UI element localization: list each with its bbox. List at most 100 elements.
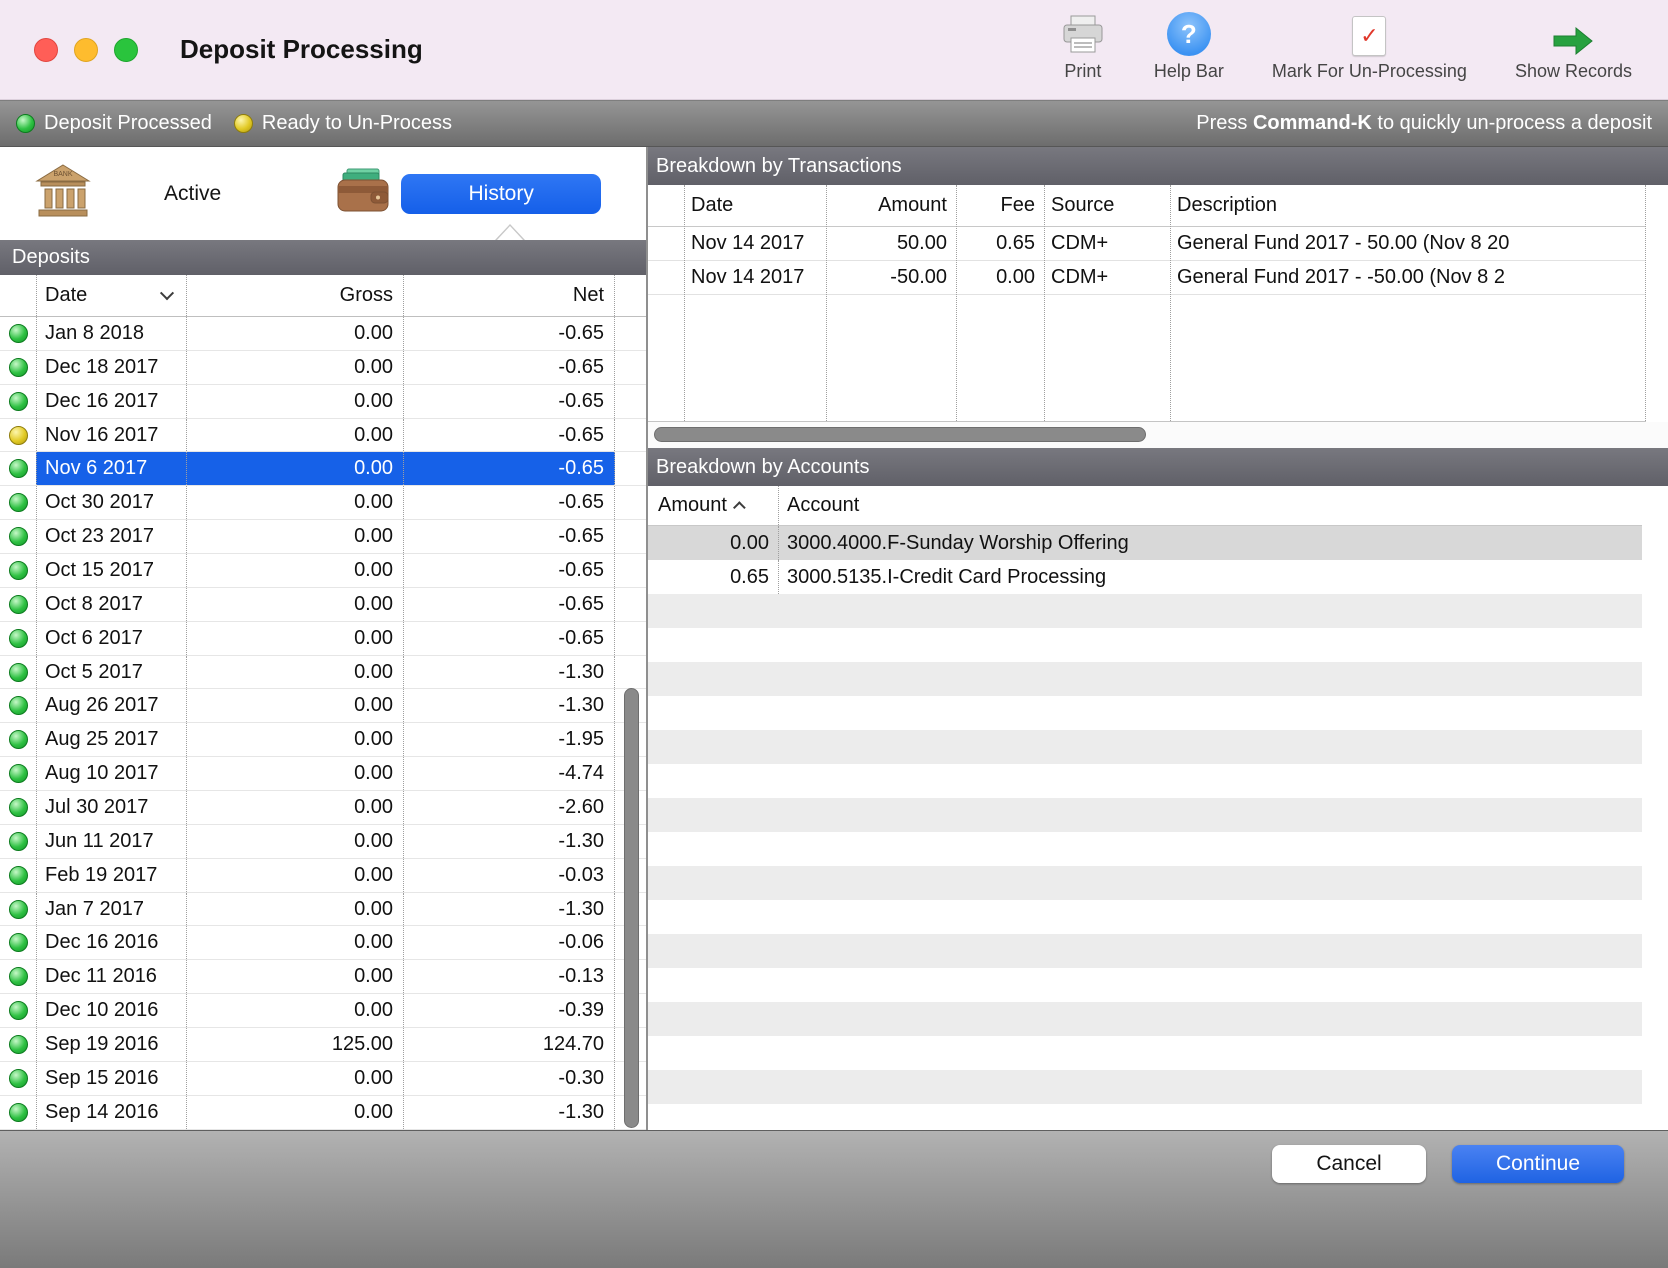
help-bar-button[interactable]: ? Help Bar	[1154, 8, 1224, 82]
tx-description: General Fund 2017 - -50.00 (Nov 8 2	[1170, 261, 1646, 294]
deposit-row[interactable]: Jun 11 20170.00-1.30	[0, 825, 646, 859]
tx-description-column-header[interactable]: Description	[1170, 185, 1646, 226]
deposit-row[interactable]: Oct 5 20170.00-1.30	[0, 656, 646, 690]
deposit-row[interactable]: Dec 18 20170.00-0.65	[0, 351, 646, 385]
tab-active-deposits[interactable]: BANK Active	[34, 162, 221, 226]
accounts-table-body: 0.003000.4000.F-Sunday Worship Offering0…	[648, 526, 1642, 594]
hint-suffix: to quickly un-process a deposit	[1377, 112, 1652, 134]
transactions-section-header: Breakdown by Transactions	[648, 147, 1668, 185]
tx-date-column-header[interactable]: Date	[684, 185, 826, 226]
account-amount: 0.00	[648, 526, 778, 560]
deposit-row[interactable]: Nov 16 20170.00-0.65	[0, 419, 646, 453]
deposit-row[interactable]: Feb 19 20170.00-0.03	[0, 859, 646, 893]
tab-history-label[interactable]: History	[401, 174, 601, 214]
deposit-net: -1.95	[403, 723, 615, 756]
green-arrow-right-icon	[1550, 8, 1596, 56]
deposit-row[interactable]: Aug 10 20170.00-4.74	[0, 757, 646, 791]
deposit-row[interactable]: Dec 16 20160.00-0.06	[0, 926, 646, 960]
deposit-row[interactable]: Nov 6 20170.00-0.65	[0, 452, 646, 486]
deposit-date: Dec 16 2016	[36, 926, 186, 959]
deposit-net: -0.03	[403, 859, 615, 892]
gross-column-header[interactable]: Gross	[186, 275, 403, 316]
deposit-row[interactable]: Dec 11 20160.00-0.13	[0, 960, 646, 994]
tx-amount-column-header[interactable]: Amount	[826, 185, 956, 226]
mark-for-unprocessing-button[interactable]: ✓ Mark For Un-Processing	[1272, 8, 1467, 82]
deposit-row[interactable]: Sep 15 20160.00-0.30	[0, 1062, 646, 1096]
deposit-row[interactable]: Dec 10 20160.00-0.39	[0, 994, 646, 1028]
deposit-row[interactable]: Jan 8 20180.00-0.65	[0, 317, 646, 351]
deposit-row[interactable]: Jul 30 20170.00-2.60	[0, 791, 646, 825]
deposit-net: -1.30	[403, 689, 615, 722]
deposit-net: -0.65	[403, 452, 615, 485]
accounts-column-headers: Amount Account	[648, 486, 1642, 526]
deposit-date: Oct 5 2017	[36, 656, 186, 689]
processed-legend-label: Deposit Processed	[44, 112, 212, 135]
tx-fee-column-header[interactable]: Fee	[956, 185, 1044, 226]
deposit-status-green-icon	[0, 757, 36, 790]
deposit-status-green-icon	[0, 960, 36, 993]
deposit-row[interactable]: Dec 16 20170.00-0.65	[0, 385, 646, 419]
accounts-section-header: Breakdown by Accounts	[648, 448, 1668, 486]
deposit-row[interactable]: Aug 26 20170.00-1.30	[0, 689, 646, 723]
deposit-row[interactable]: Oct 15 20170.00-0.65	[0, 554, 646, 588]
account-row[interactable]: 0.653000.5135.I-Credit Card Processing	[648, 560, 1642, 594]
deposit-gross: 0.00	[186, 1096, 403, 1129]
deposit-row[interactable]: Sep 14 20160.00-1.30	[0, 1096, 646, 1130]
deposit-row[interactable]: Aug 25 20170.00-1.95	[0, 723, 646, 757]
hint-shortcut-key: Command-K	[1253, 112, 1372, 134]
show-records-button[interactable]: Show Records	[1515, 8, 1632, 82]
deposit-row[interactable]: Oct 8 20170.00-0.65	[0, 588, 646, 622]
deposit-net: -0.65	[403, 486, 615, 519]
close-window-button[interactable]	[34, 38, 58, 62]
deposit-net: -1.30	[403, 1096, 615, 1129]
deposit-row[interactable]: Jan 7 20170.00-1.30	[0, 893, 646, 927]
deposit-gross: 125.00	[186, 1028, 403, 1061]
deposit-net: -0.65	[403, 622, 615, 655]
deposit-date: Dec 18 2017	[36, 351, 186, 384]
account-row[interactable]: 0.003000.4000.F-Sunday Worship Offering	[648, 526, 1642, 560]
print-label: Print	[1064, 61, 1101, 82]
titlebar: Deposit Processing Print ?	[0, 0, 1668, 100]
deposit-status-green-icon	[0, 656, 36, 689]
footer-action-bar: Cancel Continue	[0, 1130, 1668, 1268]
tab-history-deposits[interactable]: History	[335, 167, 601, 221]
deposit-status-green-icon	[0, 926, 36, 959]
transactions-table-body: Nov 14 201750.000.65CDM+General Fund 201…	[648, 227, 1646, 295]
sort-chevron-up-icon	[733, 501, 746, 514]
deposit-status-green-icon	[0, 791, 36, 824]
transaction-row[interactable]: Nov 14 2017-50.000.00CDM+General Fund 20…	[648, 261, 1646, 295]
deposit-row[interactable]: Oct 30 20170.00-0.65	[0, 486, 646, 520]
deposit-net: -0.65	[403, 588, 615, 621]
net-column-header[interactable]: Net	[403, 275, 615, 316]
print-button[interactable]: Print	[1060, 8, 1106, 82]
acc-account-column-header[interactable]: Account	[778, 486, 1642, 525]
sort-chevron-down-icon	[160, 286, 174, 300]
transactions-hscrollbar-thumb[interactable]	[654, 427, 1146, 442]
deposit-date: Dec 11 2016	[36, 960, 186, 993]
deposit-row[interactable]: Sep 19 2016125.00124.70	[0, 1028, 646, 1062]
date-column-header[interactable]: Date	[36, 275, 186, 316]
toolbar: Print ? Help Bar ✓ Mark For Un-Processin…	[1060, 8, 1632, 82]
deposit-date: Aug 25 2017	[36, 723, 186, 756]
deposit-net: -0.65	[403, 520, 615, 553]
deposit-row[interactable]: Oct 6 20170.00-0.65	[0, 622, 646, 656]
transaction-row[interactable]: Nov 14 201750.000.65CDM+General Fund 201…	[648, 227, 1646, 261]
deposit-net: -0.39	[403, 994, 615, 1027]
deposit-date: Feb 19 2017	[36, 859, 186, 892]
zoom-window-button[interactable]	[114, 38, 138, 62]
minimize-window-button[interactable]	[74, 38, 98, 62]
accounts-section-title: Breakdown by Accounts	[656, 456, 869, 479]
deposit-status-green-icon	[0, 893, 36, 926]
acc-amount-column-header[interactable]: Amount	[648, 486, 778, 525]
transactions-horizontal-scrollbar	[648, 422, 1668, 448]
account-name: 3000.5135.I-Credit Card Processing	[778, 560, 1642, 594]
cancel-button[interactable]: Cancel	[1272, 1145, 1426, 1183]
deposit-row[interactable]: Oct 23 20170.00-0.65	[0, 520, 646, 554]
tab-active-label: Active	[164, 182, 221, 206]
continue-button[interactable]: Continue	[1452, 1145, 1624, 1183]
deposit-net: -1.30	[403, 825, 615, 858]
accounts-empty-stripes	[648, 594, 1642, 1130]
tx-source-column-header[interactable]: Source	[1044, 185, 1170, 226]
deposits-scrollbar-thumb[interactable]	[624, 688, 639, 1128]
deposit-date: Jan 8 2018	[36, 317, 186, 350]
